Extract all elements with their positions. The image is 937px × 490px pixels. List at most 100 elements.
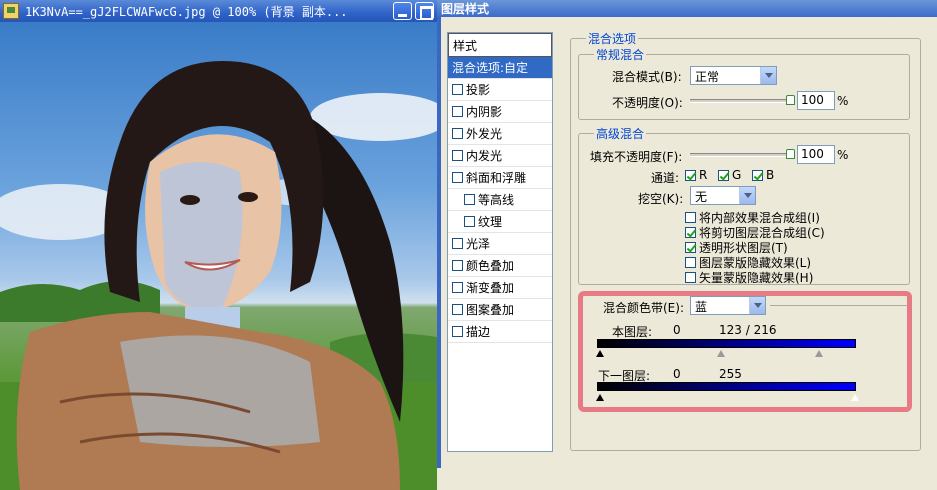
opacity-label: 不透明度(O): [612,96,683,110]
styles-items: 混合选项:自定投影内阴影外发光内发光斜面和浮雕等高线纹理光泽颜色叠加渐变叠加图案… [448,57,552,343]
style-item-checkbox[interactable] [464,216,475,227]
style-item-checkbox[interactable] [452,326,463,337]
photo-canvas[interactable] [0,22,437,490]
advanced-option-checkbox[interactable] [685,212,696,223]
opacity-slider[interactable] [690,99,794,103]
channel-r[interactable]: R [685,168,707,182]
knockout-label: 挖空(K): [638,192,684,206]
blend-mode-label: 混合模式(B): [612,70,682,84]
channel-g[interactable]: G [718,168,741,182]
underlying-layer-gradient-bar [597,382,856,391]
style-item[interactable]: 外发光 [448,123,552,145]
style-item[interactable]: 描边 [448,321,552,343]
knockout-select[interactable]: 无 [690,186,756,205]
advanced-option-checkbox[interactable] [685,227,696,238]
channel-r-label: R [699,168,708,182]
style-item[interactable]: 纹理 [448,211,552,233]
opacity-unit: % [837,94,849,108]
style-item-checkbox[interactable] [464,194,475,205]
style-item-checkbox[interactable] [452,172,463,183]
style-item-checkbox[interactable] [452,106,463,117]
image-window-title: 1K3NvA==_gJ2FLCWAFwcG.jpg @ 100% (背景 副本.… [25,4,348,19]
fill-opacity-input[interactable]: 100 [797,145,835,164]
general-blending-title: 常规混合 [594,46,647,63]
image-window-titlebar[interactable]: 1K3NvA==_gJ2FLCWAFwcG.jpg @ 100% (背景 副本.… [0,0,437,22]
this-layer-low: 0 [673,323,681,337]
document-image-icon [3,3,19,19]
styles-header[interactable]: 样式 [448,33,552,57]
underlying-black-slider[interactable] [596,394,604,401]
maximize-button[interactable] [415,2,434,20]
style-item[interactable]: 内阴影 [448,101,552,123]
styles-list: 样式 混合选项:自定投影内阴影外发光内发光斜面和浮雕等高线纹理光泽颜色叠加渐变叠… [447,32,553,452]
underlying-layer-high: 255 [719,367,742,381]
style-item-label: 内阴影 [466,105,503,119]
style-item-label: 纹理 [478,215,503,229]
underlying-white-slider[interactable] [850,393,860,402]
dialog-title: 图层样式 [441,2,490,16]
style-item-label: 图案叠加 [466,303,515,317]
channels-label: 通道: [651,171,680,185]
style-item-label: 等高线 [478,193,515,207]
channel-r-checkbox[interactable] [685,169,696,181]
style-item-checkbox[interactable] [452,150,463,161]
style-item-label: 颜色叠加 [466,259,515,273]
image-window: 1K3NvA==_gJ2FLCWAFwcG.jpg @ 100% (背景 副本.… [0,0,437,490]
style-item-checkbox[interactable] [452,260,463,271]
advanced-option-checkbox[interactable] [685,272,696,283]
this-layer-white-slider-split-right[interactable] [815,350,823,357]
fill-opacity-label: 填充不透明度(F): [590,150,683,164]
style-item[interactable]: 投影 [448,79,552,101]
photo-illustration [0,61,437,490]
underlying-layer-low: 0 [673,367,681,381]
channel-b-label: B [766,168,775,182]
chevron-down-icon [760,67,776,84]
style-item-label: 斜面和浮雕 [466,171,527,185]
channel-b-checkbox[interactable] [752,169,763,181]
advanced-option-checkbox[interactable] [685,242,696,253]
blend-mode-select[interactable]: 正常 [690,66,777,85]
style-item[interactable]: 内发光 [448,145,552,167]
blend-options-title: 混合选项 [586,30,639,47]
this-layer-black-slider[interactable] [596,350,604,357]
style-item[interactable]: 颜色叠加 [448,255,552,277]
channel-g-checkbox[interactable] [718,169,729,181]
style-item-checkbox[interactable] [452,238,463,249]
style-item[interactable]: 等高线 [448,189,552,211]
opacity-slider-thumb[interactable] [786,95,795,105]
chevron-down-icon [739,187,755,204]
style-item-label: 内发光 [466,149,503,163]
fill-opacity-unit: % [837,148,849,162]
style-item-checkbox[interactable] [452,282,463,293]
style-item[interactable]: 斜面和浮雕 [448,167,552,189]
style-item-label: 渐变叠加 [466,281,515,295]
style-item-checkbox[interactable] [452,304,463,315]
style-item-label: 投影 [466,83,491,97]
blend-if-label: 混合颜色带(E): [603,301,684,315]
style-item-label: 光泽 [466,237,491,251]
opacity-input[interactable]: 100 [797,91,835,110]
style-item[interactable]: 图案叠加 [448,299,552,321]
style-item-label: 混合选项:自定 [452,61,529,75]
advanced-option-checkbox[interactable] [685,257,696,268]
style-item-checkbox[interactable] [452,84,463,95]
minimize-button[interactable] [393,2,412,20]
advanced-option-label: 矢量蒙版隐藏效果(H) [699,271,814,285]
style-item[interactable]: 光泽 [448,233,552,255]
style-item[interactable]: 渐变叠加 [448,277,552,299]
blend-if-select[interactable]: 蓝 [690,296,766,315]
advanced-option[interactable]: 矢量蒙版隐藏效果(H) [685,269,813,286]
channel-b[interactable]: B [752,168,774,182]
this-layer-high: 123 / 216 [719,323,777,337]
dialog-titlebar[interactable]: 图层样式 [437,0,937,17]
this-layer-white-slider-split-left[interactable] [717,350,725,357]
style-item-checkbox[interactable] [452,128,463,139]
fill-opacity-slider-thumb[interactable] [786,149,795,159]
this-layer-gradient-bar [597,339,856,348]
channel-g-label: G [732,168,742,182]
fill-opacity-slider[interactable] [690,153,794,157]
this-layer-label: 本图层: [612,325,653,339]
knockout-value: 无 [695,190,708,204]
style-item[interactable]: 混合选项:自定 [448,57,552,79]
blend-if-divider [770,305,910,306]
